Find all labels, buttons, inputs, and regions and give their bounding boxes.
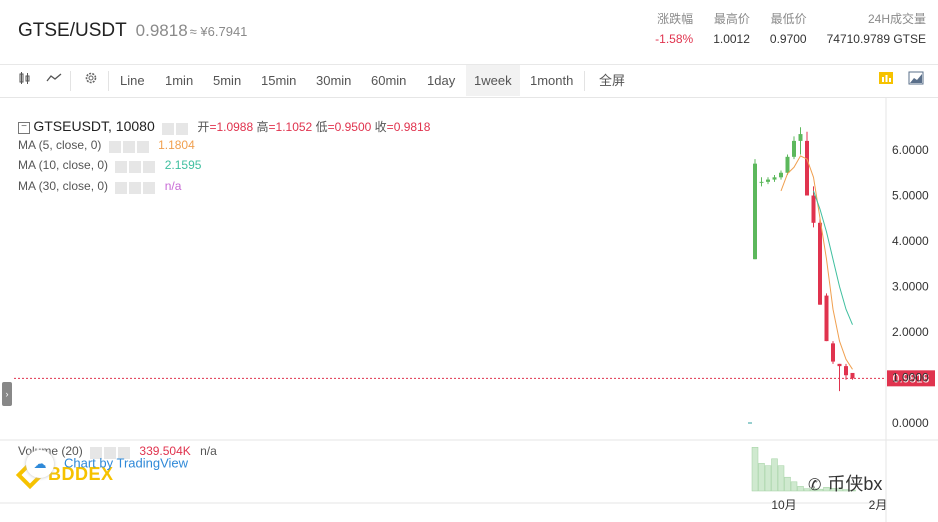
chart-type-icon[interactable]: [870, 65, 902, 96]
cny-price: ≈ ¥6.7941: [189, 24, 248, 39]
legend-buttons[interactable]: [115, 180, 157, 194]
stat-high: 最高价 1.0012: [693, 11, 750, 47]
stat-value: 0.9700: [769, 32, 807, 46]
price-axis-label: 5.0000: [892, 189, 929, 203]
ohlc-values: 开=1.0988 高=1.1052 低=0.9500 收=0.9818: [197, 120, 431, 134]
market-stats: 涨跌幅 -1.58% 最高价 1.0012 最低价 0.9700 24H成交量 …: [635, 11, 926, 47]
pair-title: GTSE/USDT 0.9818 ≈ ¥6.7941: [18, 20, 247, 42]
candle-body: [785, 156, 790, 173]
chart-toolbar: Line 1min 5min 15min 30min 60min 1day 1w…: [0, 65, 938, 98]
volume-bar: [758, 463, 765, 492]
price-axis-label: 3.0000: [892, 280, 929, 294]
settings-gear-icon[interactable]: [76, 65, 106, 96]
candle-body: [753, 163, 757, 260]
time-axis-label: 10月: [771, 498, 796, 512]
volume-bar: [797, 486, 804, 492]
candle-body: [759, 181, 764, 183]
pair-name: GTSE/USDT: [18, 20, 127, 41]
candle-body: [824, 295, 829, 342]
ma5-legend: MA (5, close, 0) 1.1804: [18, 138, 195, 153]
symbol-legend: − GTSEUSDT, 10080 开=1.0988 高=1.1052 低=0.…: [18, 118, 430, 135]
candle-body: [818, 222, 822, 305]
price-axis-label: 0.0000: [892, 416, 929, 430]
legend-buttons[interactable]: [162, 121, 190, 135]
candles-group: [753, 127, 855, 392]
stat-volume: 24H成交量 74710.9789 GTSE: [807, 11, 926, 47]
stat-change: 涨跌幅 -1.58%: [635, 11, 693, 47]
candle-body: [798, 134, 803, 141]
stat-label: 最高价: [713, 12, 750, 26]
price-axis-label: 1.0000: [892, 371, 929, 385]
ma5-line: [780, 155, 853, 370]
stat-low: 最低价 0.9700: [750, 11, 807, 47]
candle-body: [772, 177, 777, 180]
price-axis-label: 2.0000: [892, 325, 929, 339]
stat-label: 最低价: [770, 12, 807, 26]
stat-label: 涨跌幅: [657, 12, 694, 26]
stat-value: 74710.9789 GTSE: [826, 32, 926, 46]
tab-interval-1day[interactable]: 1day: [419, 65, 463, 96]
stat-label: 24H成交量: [867, 12, 926, 26]
tab-interval-1min[interactable]: 1min: [157, 65, 201, 96]
candle-body: [831, 343, 835, 362]
candle-body: [844, 366, 848, 376]
price-axis: 6.0000 5.0000 4.0000 3.0000 2.0000 1.0000 0.00…: [892, 143, 929, 430]
stat-value: -1.58%: [655, 32, 694, 46]
legend-buttons[interactable]: [108, 139, 151, 153]
ma-lines-group: [780, 155, 853, 370]
price-axis-label: 6.0000: [892, 143, 929, 157]
volume-bar: [751, 447, 759, 492]
tradingview-credit[interactable]: ☁ Chart by TradingView: [26, 450, 188, 478]
depth-chart-icon[interactable]: [900, 65, 932, 96]
price-axis-label: 4.0000: [892, 234, 929, 248]
volume-bar: [771, 458, 778, 492]
candle-body: [779, 172, 783, 178]
wechat-icon: ✆: [808, 477, 822, 494]
candle-body: [850, 372, 855, 379]
tab-interval-1month[interactable]: 1month: [522, 65, 581, 96]
volume-bar: [777, 465, 785, 492]
candle-body: [811, 195, 816, 223]
expand-panel-handle[interactable]: ›: [2, 382, 12, 406]
tradingview-cloud-icon: ☁: [26, 450, 54, 478]
volume-bar: [790, 481, 798, 492]
legend-buttons[interactable]: [115, 159, 157, 173]
market-header: GTSE/USDT 0.9818 ≈ ¥6.7941 涨跌幅 -1.58% 最高价…: [0, 0, 938, 65]
fullscreen-button[interactable]: 全屏: [591, 65, 633, 96]
tab-interval-5min[interactable]: 5min: [205, 65, 249, 96]
ma30-legend: MA (30, close, 0) n/a: [18, 179, 182, 194]
candle-body: [805, 140, 809, 196]
tab-interval-15min[interactable]: 15min: [253, 65, 304, 96]
ma10-legend: MA (10, close, 0) 2.1595: [18, 158, 202, 173]
collapse-legend-icon[interactable]: −: [18, 121, 30, 134]
wechat-watermark: ✆ 币侠bx: [808, 474, 883, 494]
tab-interval-line[interactable]: Line: [112, 65, 153, 96]
indicator-icon[interactable]: [38, 65, 70, 96]
stat-value: 1.0012: [713, 32, 750, 46]
tab-interval-1week[interactable]: 1week: [466, 65, 520, 96]
volume-bar: [764, 465, 772, 492]
candle-body: [766, 179, 770, 182]
tab-interval-30min[interactable]: 30min: [308, 65, 359, 96]
candle-style-icon[interactable]: [10, 65, 40, 96]
time-axis-label: 2月: [869, 498, 888, 512]
symbol-name: GTSEUSDT, 10080: [33, 118, 155, 134]
last-price: 0.9818: [135, 21, 188, 40]
tab-interval-60min[interactable]: 60min: [363, 65, 414, 96]
volume-bar: [784, 476, 791, 492]
candle-body: [837, 363, 842, 367]
candle-body: [792, 140, 796, 157]
